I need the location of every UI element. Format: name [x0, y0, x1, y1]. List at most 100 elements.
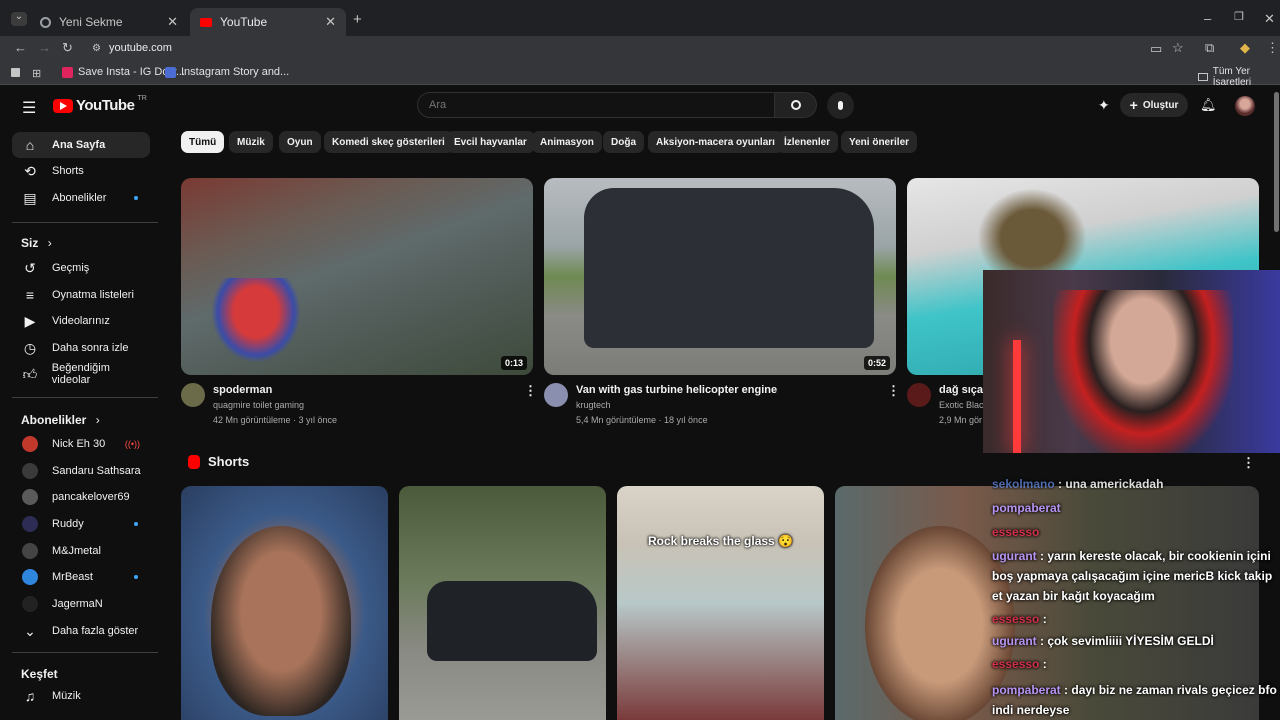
search-box[interactable]: [417, 92, 775, 118]
create-button[interactable]: + Oluştur: [1120, 93, 1188, 117]
back-icon[interactable]: ←: [14, 41, 27, 54]
more-options-icon[interactable]: ⋮: [1242, 455, 1255, 471]
channel-avatar[interactable]: [907, 383, 931, 407]
sidebar-subscriptions-heading[interactable]: Abonelikler ›: [21, 413, 100, 427]
bookmark-star-icon[interactable]: ☆: [1172, 41, 1184, 54]
sidebar-item-watch-later[interactable]: ◷ Daha sonra izle: [12, 335, 150, 361]
sidebar-item-label: Beğendiğim videolar: [51, 362, 110, 386]
voice-search-button[interactable]: [827, 92, 854, 119]
chip-comedy-sketches[interactable]: Komedi skeç gösterileri: [324, 131, 453, 153]
video-title[interactable]: dağ sıçan: [939, 384, 983, 396]
menu-dots-icon[interactable]: ⋮: [1266, 41, 1279, 54]
hamburger-menu-icon[interactable]: ☰: [22, 98, 36, 118]
chat-username: ugurant: [992, 634, 1037, 648]
more-options-icon[interactable]: ⋮: [524, 383, 537, 399]
page-scrollbar[interactable]: [1274, 92, 1279, 232]
channel-avatar[interactable]: [544, 383, 568, 407]
reload-icon[interactable]: ↻: [62, 41, 73, 54]
short-thumbnail[interactable]: [399, 486, 606, 720]
sidebar-subscription-item[interactable]: pancakelover69: [12, 484, 150, 510]
sidebar-subscription-item[interactable]: JagermaN: [12, 591, 150, 617]
chip-gaming[interactable]: Oyun: [279, 131, 321, 153]
search-button[interactable]: [775, 92, 817, 118]
shorts-logo-icon: [188, 454, 200, 469]
sidebar-show-more[interactable]: ⌄ Daha fazla göster: [12, 618, 150, 644]
sidebar-subscription-item[interactable]: MrBeast: [12, 564, 150, 590]
video-channel[interactable]: Exotic Blac: [939, 398, 984, 413]
sidebar-item-liked[interactable]: 👍︎ Beğendiğim videolar: [12, 361, 150, 387]
chip-nature[interactable]: Doğa: [603, 131, 644, 153]
apps-icon[interactable]: [11, 68, 20, 77]
sidebar-subscription-item[interactable]: Ruddy: [12, 511, 150, 537]
extensions-icon[interactable]: ⧉: [1205, 41, 1214, 54]
sidebar-subscription-item[interactable]: Nick Eh 30 ((•)): [12, 431, 150, 457]
new-content-dot: [134, 575, 138, 579]
forward-icon[interactable]: →: [38, 41, 51, 54]
close-tab-icon[interactable]: ✕: [325, 14, 336, 30]
sidebar-item-subscriptions[interactable]: ▤ Abonelikler: [12, 185, 150, 211]
sidebar-subscription-item[interactable]: Sandaru Sathsara: [12, 458, 150, 484]
close-window-icon[interactable]: ✕: [1264, 12, 1275, 25]
chat-username: essesso: [992, 525, 1040, 539]
chat-message: pompaberat : dayı biz ne zaman rivals ge…: [992, 680, 1277, 720]
grid-icon[interactable]: ⊞: [32, 67, 41, 80]
premium-badge-icon[interactable]: ✦: [1098, 97, 1110, 114]
sidebar-subscription-item[interactable]: M&Jmetal: [12, 538, 150, 564]
shorts-icon: ⟲: [24, 162, 36, 179]
chip-watched[interactable]: İzlenenler: [776, 131, 839, 153]
video-thumbnail[interactable]: 0:52: [544, 178, 896, 375]
new-tab-icon[interactable]: +: [353, 12, 362, 27]
tab-search-icon[interactable]: ⌄: [11, 12, 27, 26]
tab-youtube[interactable]: YouTube ✕: [190, 8, 346, 36]
profile-icon[interactable]: ◆: [1240, 41, 1250, 54]
chip-animation[interactable]: Animasyon: [532, 131, 602, 153]
chip-new-to-you[interactable]: Yeni öneriler: [841, 131, 918, 153]
video-title[interactable]: spoderman: [213, 384, 272, 396]
notifications-bell-icon[interactable]: 🔔︎: [1200, 97, 1217, 113]
search-input[interactable]: [429, 99, 759, 111]
chat-message: sekolmano : una americkadah: [992, 476, 1277, 490]
short-thumbnail[interactable]: [181, 486, 388, 720]
bookmark-item[interactable]: Instagram Story and...: [165, 66, 289, 78]
youtube-logo[interactable]: YouTube TR: [53, 95, 147, 114]
sidebar-item-your-videos[interactable]: ▶ Videolarınız: [12, 308, 150, 334]
channel-name: Ruddy: [52, 518, 84, 530]
sidebar-you-heading[interactable]: Siz ›: [21, 236, 52, 250]
video-title[interactable]: Van with gas turbine helicopter engine: [576, 384, 777, 396]
chip-action-adventure-games[interactable]: Aksiyon-macera oyunları: [648, 131, 783, 153]
sidebar-item-music[interactable]: ♫ Müzik: [12, 683, 150, 709]
sidebar-item-home[interactable]: ⌂ Ana Sayfa: [12, 132, 150, 158]
channel-name: pancakelover69: [52, 491, 130, 503]
chevron-down-icon: ⌄: [24, 622, 36, 639]
sidebar-item-label: Geçmiş: [52, 262, 90, 274]
sidebar-item-history[interactable]: ↺ Geçmiş: [12, 255, 150, 281]
chip-pets[interactable]: Evcil hayvanlar: [446, 131, 535, 153]
video-thumbnail[interactable]: 0:13: [181, 178, 533, 375]
more-options-icon[interactable]: ⋮: [887, 383, 900, 399]
cast-icon[interactable]: ▭: [1150, 42, 1162, 55]
create-label: Oluştur: [1142, 99, 1179, 111]
close-tab-icon[interactable]: ✕: [167, 14, 178, 30]
restore-icon[interactable]: ❐: [1234, 12, 1244, 23]
sidebar-item-shorts[interactable]: ⟲ Shorts: [12, 158, 150, 184]
heading-label: Abonelikler: [21, 413, 87, 427]
chat-message: essesso :: [992, 611, 1277, 627]
site-info-icon[interactable]: ⚙: [92, 43, 101, 54]
video-channel[interactable]: quagmire toilet gaming: [213, 398, 304, 413]
short-thumbnail[interactable]: Rock breaks the glass 😯: [617, 486, 824, 720]
channel-avatar: [22, 569, 38, 585]
account-avatar[interactable]: [1235, 96, 1255, 116]
channel-avatar: [22, 489, 38, 505]
video-duration: 0:13: [500, 356, 527, 370]
address-field[interactable]: ⚙ youtube.com: [84, 36, 1194, 60]
sidebar-item-playlists[interactable]: ≡ Oynatma listeleri: [12, 282, 150, 308]
search-icon: [790, 100, 801, 110]
tab-new-tab[interactable]: Yeni Sekme ✕: [30, 8, 188, 36]
chip-all[interactable]: Tümü: [181, 131, 225, 153]
channel-avatar[interactable]: [181, 383, 205, 407]
channel-avatar: [22, 596, 38, 612]
chip-music[interactable]: Müzik: [229, 131, 273, 153]
minimize-icon[interactable]: –: [1204, 12, 1211, 25]
channel-avatar: [22, 516, 38, 532]
video-channel[interactable]: krugtech: [576, 398, 611, 413]
